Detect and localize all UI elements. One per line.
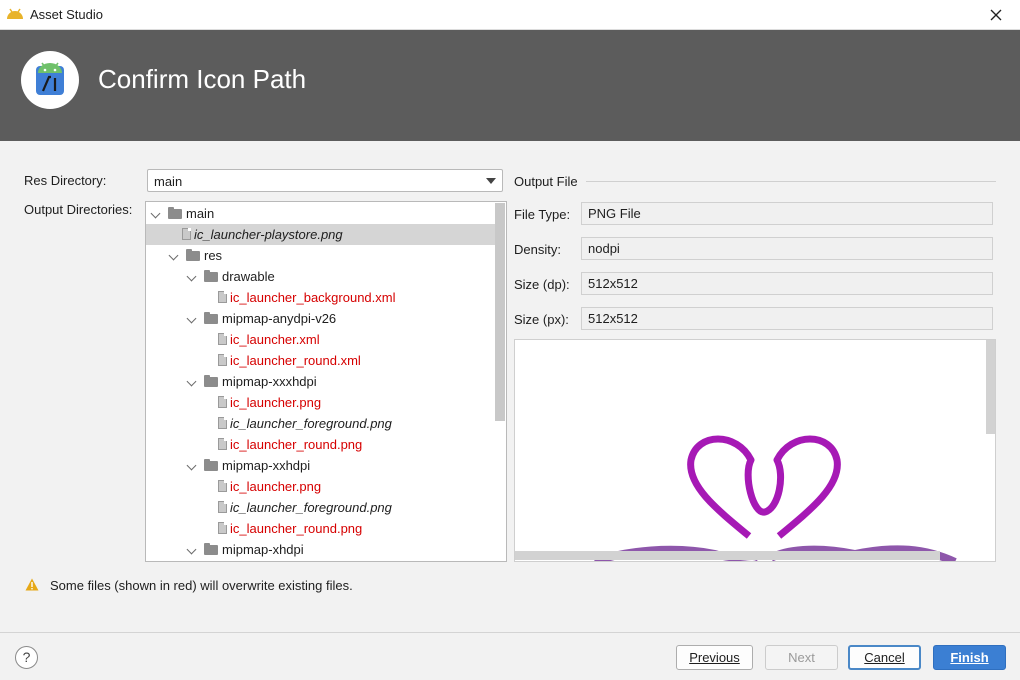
tree-folder-row[interactable]: main: [146, 203, 496, 224]
file-icon: [218, 522, 227, 534]
file-icon: [218, 333, 227, 345]
tree-item-label: main: [186, 206, 215, 221]
heart-icon-preview: [593, 435, 957, 561]
tree-item-label: mipmap-anydpi-v26: [222, 311, 337, 326]
tree-item-label: ic_launcher_background.xml: [230, 290, 396, 305]
tree-item-label: ic_launcher.png: [230, 395, 322, 410]
close-icon: [990, 9, 1002, 21]
chevron-down-icon[interactable]: [150, 208, 161, 219]
next-button[interactable]: Next: [765, 645, 838, 670]
file-icon: [218, 501, 227, 513]
density-label: Density:: [514, 242, 561, 257]
tree-file-row[interactable]: ic_launcher_background.xml: [146, 287, 496, 308]
tree-item-label: mipmap-xhdpi: [222, 542, 304, 557]
chevron-down-icon[interactable]: [186, 460, 197, 471]
tree-item-label: ic_launcher-playstore.png: [194, 227, 343, 242]
overwrite-warning: Some files (shown in red) will overwrite…: [50, 578, 353, 593]
finish-button[interactable]: Finish: [933, 645, 1006, 670]
file-icon: [218, 480, 227, 492]
android-studio-logo: [21, 51, 79, 109]
size-px-field: 512x512: [581, 307, 993, 330]
output-file-section-label: Output File: [514, 174, 578, 189]
tree-folder-row[interactable]: drawable: [146, 266, 496, 287]
chevron-down-icon[interactable]: [186, 271, 197, 282]
output-directories-label: Output Directories:: [24, 202, 133, 217]
chevron-down-icon[interactable]: [168, 250, 179, 261]
previous-button[interactable]: Previous: [676, 645, 753, 670]
file-icon: [182, 228, 191, 240]
tree-item-label: ic_launcher_foreground.png: [230, 500, 392, 515]
tree-file-row[interactable]: ic_launcher_round.png: [146, 434, 496, 455]
file-icon: [218, 417, 227, 429]
cancel-button[interactable]: Cancel: [848, 645, 921, 670]
res-directory-label: Res Directory:: [24, 173, 107, 188]
tree-file-row[interactable]: ic_launcher.png: [146, 476, 496, 497]
res-directory-value: main: [154, 174, 183, 189]
density-field: nodpi: [581, 237, 993, 260]
close-button[interactable]: [984, 4, 1008, 26]
tree-item-label: res: [204, 248, 223, 263]
chevron-down-icon: [486, 178, 496, 184]
footer-divider: [0, 632, 1020, 633]
tree-folder-row[interactable]: mipmap-xxhdpi: [146, 455, 496, 476]
folder-icon: [204, 543, 218, 555]
tree-item-label: ic_launcher_round.png: [230, 437, 363, 452]
tree-item-label: ic_launcher.png: [230, 479, 322, 494]
tree-item-label: mipmap-xxxhdpi: [222, 374, 317, 389]
tree-file-row[interactable]: ic_launcher-playstore.png: [146, 224, 496, 245]
previous-label: Previous: [689, 650, 740, 665]
tree-file-row[interactable]: ic_launcher_foreground.png: [146, 497, 496, 518]
tree-file-row[interactable]: ic_launcher_foreground.png: [146, 413, 496, 434]
help-button[interactable]: ?: [15, 646, 38, 669]
title-bar: [0, 0, 1020, 30]
cancel-label: Cancel: [864, 650, 905, 665]
file-type-field: PNG File: [581, 202, 993, 225]
folder-icon: [204, 375, 218, 387]
size-px-label: Size (px):: [514, 312, 569, 327]
android-studio-icon: [7, 8, 23, 19]
tree-item-label: ic_launcher_round.png: [230, 521, 363, 536]
tree-item-label: ic_launcher.xml: [230, 332, 320, 347]
file-icon: [218, 438, 227, 450]
tree-file-row[interactable]: ic_launcher.xml: [146, 329, 496, 350]
output-directories-tree[interactable]: main ic_launcher-playstore.pngres drawable…: [145, 201, 507, 562]
finish-label: Finish: [950, 650, 989, 665]
tree-folder-row[interactable]: mipmap-xxxhdpi: [146, 371, 496, 392]
folder-icon: [168, 207, 182, 219]
tree-file-row[interactable]: ic_launcher_round.png: [146, 518, 496, 539]
chevron-down-icon[interactable]: [186, 544, 197, 555]
chevron-down-icon[interactable]: [186, 376, 197, 387]
android-studio-logo-icon: [36, 62, 64, 95]
icon-preview: [514, 339, 996, 562]
tree-folder-row[interactable]: mipmap-xhdpi: [146, 539, 496, 560]
file-icon: [218, 291, 227, 303]
section-divider: [586, 181, 996, 182]
tree-item-label: drawable: [222, 269, 275, 284]
file-type-label: File Type:: [514, 207, 571, 222]
file-icon: [218, 396, 227, 408]
tree-file-row[interactable]: ic_launcher_round.xml: [146, 350, 496, 371]
file-icon: [218, 354, 227, 366]
tree-item-label: ic_launcher_round.xml: [230, 353, 361, 368]
chevron-down-icon[interactable]: [186, 313, 197, 324]
page-title: Confirm Icon Path: [98, 64, 307, 94]
size-dp-field: 512x512: [581, 272, 993, 295]
next-label: Next: [788, 650, 815, 665]
warning-icon: [25, 578, 39, 591]
folder-icon: [204, 312, 218, 324]
folder-icon: [204, 459, 218, 471]
res-directory-dropdown[interactable]: main: [147, 169, 503, 192]
tree-folder-row[interactable]: res: [146, 245, 496, 266]
tree-scrollbar[interactable]: [495, 203, 505, 421]
size-dp-label: Size (dp):: [514, 277, 570, 292]
tree-item-label: mipmap-xxhdpi: [222, 458, 311, 473]
tree-folder-row[interactable]: mipmap-anydpi-v26: [146, 308, 496, 329]
window-title: Asset Studio: [30, 7, 103, 22]
tree-file-row[interactable]: ic_launcher.png: [146, 392, 496, 413]
preview-vertical-scrollbar[interactable]: [986, 340, 995, 434]
folder-icon: [204, 270, 218, 282]
preview-horizontal-scrollbar[interactable]: [515, 551, 940, 560]
tree-item-label: ic_launcher_foreground.png: [230, 416, 392, 431]
folder-icon: [186, 249, 200, 261]
